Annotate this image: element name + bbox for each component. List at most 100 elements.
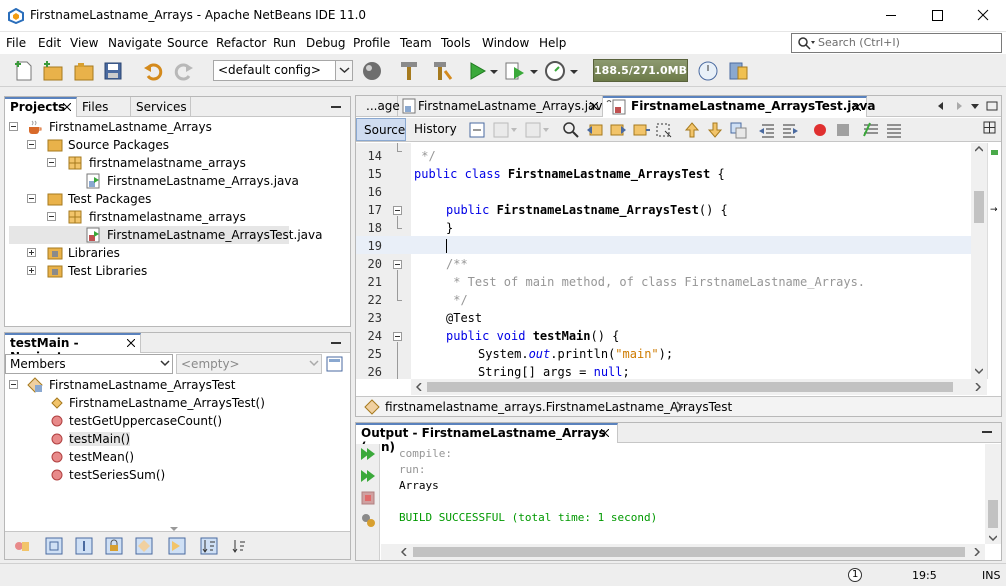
close-icon[interactable] (853, 103, 861, 111)
menu-profile[interactable]: Profile (353, 36, 390, 50)
navigator-settings-icon[interactable] (326, 355, 344, 373)
vertical-scrollbar[interactable] (985, 444, 1001, 544)
menu-window[interactable]: Window (482, 36, 529, 50)
menu-refactor[interactable]: Refactor (216, 36, 266, 50)
scroll-thumb[interactable] (974, 191, 984, 223)
collapse-toggle[interactable] (27, 140, 36, 149)
empty-select[interactable]: <empty> (176, 354, 322, 374)
tab-navigator[interactable]: testMain - Navigator (5, 333, 141, 364)
menu-edit[interactable]: Edit (38, 36, 61, 50)
fold-toggle[interactable] (393, 206, 402, 215)
forward-icon[interactable] (524, 121, 550, 139)
close-icon[interactable] (63, 103, 71, 111)
scroll-thumb[interactable] (988, 500, 998, 528)
menu-help[interactable]: Help (539, 36, 566, 50)
split-editor-icon[interactable] (983, 121, 997, 135)
stop-icon[interactable] (360, 490, 376, 506)
find-icon[interactable] (562, 121, 580, 139)
chevron-down-icon[interactable] (530, 70, 538, 75)
members-select[interactable]: Members (5, 354, 173, 374)
vertical-scrollbar[interactable] (971, 143, 987, 379)
settings-icon[interactable] (360, 512, 376, 528)
find-previous-icon[interactable] (586, 121, 604, 139)
horizontal-scrollbar[interactable] (381, 544, 985, 560)
scroll-up-icon[interactable] (975, 146, 983, 152)
show-opened-documents-icon[interactable] (970, 101, 980, 111)
lock-icon[interactable] (105, 537, 123, 555)
memory-usage-indicator[interactable]: 188.5/271.0MB (593, 59, 688, 82)
rerun-icon[interactable] (360, 446, 376, 462)
open-project-icon[interactable] (72, 59, 96, 83)
find-next-icon[interactable] (609, 121, 627, 139)
code-line-25[interactable]: System.out.println("main"); (478, 345, 673, 363)
fold-toggle[interactable] (393, 260, 402, 269)
shift-left-icon[interactable] (758, 121, 776, 139)
chevron-right-icon[interactable] (676, 401, 684, 413)
expand-toggle[interactable] (27, 266, 36, 275)
snapshot-icon[interactable] (726, 59, 750, 83)
code-line-20[interactable]: /** (446, 255, 468, 273)
tab-arrays-java[interactable]: FirstnameLastname_Arrays.java (398, 96, 610, 117)
collapse-toggle[interactable] (47, 212, 56, 221)
tab-arrays-test-java[interactable]: FirstnameLastname_ArraysTest.java (603, 96, 875, 117)
menu-view[interactable]: View (70, 36, 98, 50)
minimize-panel-icon[interactable] (330, 102, 342, 112)
source-button[interactable]: Source (356, 118, 406, 141)
start-macro-icon[interactable] (811, 121, 829, 139)
search-input[interactable]: Search (Ctrl+I) (791, 33, 1002, 53)
run-project-icon[interactable] (465, 59, 489, 83)
close-icon[interactable] (127, 339, 135, 347)
stop-macro-icon[interactable] (834, 121, 852, 139)
sort-by-type-icon[interactable] (230, 537, 248, 555)
chevron-down-icon[interactable] (570, 70, 578, 75)
toggle-highlight-icon[interactable] (655, 121, 673, 139)
sort-by-source-icon[interactable] (168, 537, 186, 555)
back-icon[interactable] (492, 121, 518, 139)
new-project-icon[interactable] (41, 59, 65, 83)
show-inner-classes-icon[interactable] (135, 537, 153, 555)
chevron-down-icon[interactable] (490, 70, 498, 75)
horizontal-scrollbar[interactable] (411, 379, 987, 395)
config-select[interactable]: <default config> (213, 60, 353, 81)
previous-bookmark-icon[interactable] (683, 121, 701, 139)
menu-source[interactable]: Source (167, 36, 208, 50)
menu-debug[interactable]: Debug (306, 36, 345, 50)
uncomment-icon[interactable] (885, 121, 903, 139)
scroll-left-icon[interactable] (401, 548, 407, 556)
menu-run[interactable]: Run (273, 36, 296, 50)
new-file-icon[interactable] (12, 59, 36, 83)
menu-navigate[interactable]: Navigate (108, 36, 162, 50)
code-line-24[interactable]: public void testMain() { (446, 327, 619, 345)
scroll-right-icon[interactable] (975, 383, 981, 391)
save-all-icon[interactable] (101, 59, 125, 83)
tab-files[interactable]: Files (77, 97, 131, 117)
set-project-config-icon[interactable] (360, 59, 384, 83)
code-line-15[interactable]: public class FirstnameLastname_ArraysTes… (414, 165, 725, 183)
menu-tools[interactable]: Tools (441, 36, 471, 50)
chevron-down-icon[interactable] (170, 527, 178, 532)
find-selection-icon[interactable] (632, 121, 650, 139)
tree-item-test-file[interactable]: FirstnameLastname_ArraysTest.java (9, 226, 322, 244)
last-edit-icon[interactable] (468, 121, 486, 139)
code-line-23[interactable]: @Test (446, 309, 482, 327)
fold-toggle[interactable] (393, 332, 402, 341)
tab-projects[interactable]: Projects (5, 97, 77, 117)
expand-toggle[interactable] (27, 248, 36, 257)
maximize-button[interactable] (914, 0, 960, 31)
collapse-toggle[interactable] (47, 158, 56, 167)
minimize-panel-icon[interactable] (981, 427, 993, 437)
menu-file[interactable]: File (6, 36, 26, 50)
scroll-tabs-left-icon[interactable] (936, 101, 946, 111)
minimize-panel-icon[interactable] (330, 338, 342, 348)
scroll-tabs-right-icon[interactable] (954, 101, 964, 111)
shift-right-icon[interactable] (781, 121, 799, 139)
tab-overflow[interactable]: ...age (356, 96, 400, 117)
maximize-editor-icon[interactable] (986, 101, 998, 111)
profile-ide-icon[interactable] (696, 59, 720, 83)
sort-by-name-icon[interactable] (200, 537, 218, 555)
scroll-down-icon[interactable] (975, 368, 983, 374)
scroll-thumb[interactable] (413, 547, 965, 557)
show-fields-icon[interactable] (45, 537, 63, 555)
code-line-18[interactable]: } (446, 219, 453, 237)
collapse-toggle[interactable] (9, 380, 18, 389)
